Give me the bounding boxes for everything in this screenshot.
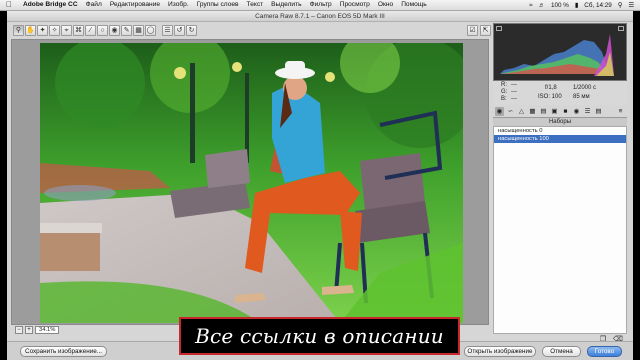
cancel-button[interactable]: Отмена [542,346,581,357]
detail-panel-icon[interactable]: △ [517,107,526,116]
menu-bar:  Adobe Bridge CC Файл Редактирование Из… [0,0,640,11]
histogram-graph [500,34,614,76]
focal-length: 85 мм [573,94,590,100]
battery-icon[interactable]: ▮ [575,2,578,9]
panel-menu-icon[interactable]: ≡ [616,107,625,116]
hsl-panel-icon[interactable]: ▦ [528,107,537,116]
effects-panel-icon[interactable]: ■ [561,107,570,116]
battery-level[interactable]: 100 % [551,2,569,9]
straighten-tool-icon[interactable]: ∕ [85,25,96,36]
menu-window[interactable]: Окно [378,0,393,10]
split-toning-icon[interactable]: ▤ [539,107,548,116]
radial-filter-icon[interactable]: ◯ [145,25,156,36]
preview-photo[interactable] [40,43,463,323]
histogram[interactable] [493,23,627,81]
targeted-adjustment-icon[interactable]: ⌖ [61,25,72,36]
menu-view[interactable]: Просмотр [340,0,370,10]
wifi-icon[interactable]: ≈ [529,2,532,9]
rotate-right-icon[interactable]: ↻ [186,25,197,36]
zoom-tool-icon[interactable]: ⚲ [13,25,24,36]
caption-text: Все ссылки в описании [195,324,444,348]
zoom-level[interactable]: 34.1% [35,325,60,334]
tone-curve-icon[interactable]: ∽ [506,107,515,116]
menu-select[interactable]: Выделить [271,0,301,10]
zoom-in-button[interactable]: + [25,325,33,334]
image-preview-area[interactable] [11,39,489,325]
menu-image[interactable]: Изобр. [168,0,189,10]
menu-filter[interactable]: Фильтр [310,0,332,10]
r-label: R: [501,82,507,88]
menu-extras: ≈ ♬ 100 % ▮ Сб, 14:29 ⚲ ☰ [529,2,640,9]
menu-edit[interactable]: Редактирование [110,0,160,10]
window-title: Camera Raw 8.7.1 – Canon EOS 5D Mark III [7,11,633,22]
camera-raw-window: Camera Raw 8.7.1 – Canon EOS 5D Mark III… [7,11,633,360]
snapshots-panel-icon[interactable]: ▤ [594,107,603,116]
r-value: --- [511,82,517,88]
presets-list: насыщенность 0 насыщенность 100 [493,126,627,334]
color-sampler-icon[interactable]: ✧ [49,25,60,36]
highlight-clipping-icon[interactable] [618,26,624,31]
rotate-left-icon[interactable]: ↺ [174,25,185,36]
b-value: --- [511,96,517,102]
aperture: f/1,8 [545,85,557,91]
shutter-speed: 1/2000 с [573,85,597,91]
preset-item-selected[interactable]: насыщенность 100 [494,135,626,143]
g-value: --- [511,89,517,95]
fullscreen-icon[interactable]: ⇱ [480,25,491,36]
preset-item[interactable]: насыщенность 0 [494,127,626,135]
zoom-controls: − + 34.1% [15,325,115,334]
apple-icon[interactable]:  [6,0,15,10]
panel-tabs: ◉ ∽ △ ▦ ▤ ▣ ■ ◉ ☰ ▤ ≡ [493,106,627,116]
preview-checkbox-icon[interactable]: ☑ [467,25,478,36]
g-label: G: [501,89,508,95]
list-icon[interactable]: ☰ [628,2,634,9]
spot-removal-icon[interactable]: ○ [97,25,108,36]
menu-app-name[interactable]: Adobe Bridge CC [23,0,78,10]
menu-file[interactable]: Файл [86,0,102,10]
camera-calibration-icon[interactable]: ◉ [572,107,581,116]
toolbar: ⚲ ✋ ✦ ✧ ⌖ ⌘ ∕ ○ ◉ ✎ ▦ ◯ ☰ ↺ ↻ ☑ ⇱ [13,24,491,37]
done-button[interactable]: Готово [587,346,622,357]
red-eye-icon[interactable]: ◉ [109,25,120,36]
menu-layer-groups[interactable]: Группы слоев [197,0,239,10]
search-icon[interactable]: ⚲ [618,2,623,9]
caption-overlay: Все ссылки в описании [179,317,460,355]
clock[interactable]: Сб, 14:29 [584,2,611,9]
save-image-button[interactable]: Сохранить изображение... [20,346,107,357]
basic-panel-icon[interactable]: ◉ [495,106,504,116]
menu-text[interactable]: Текст [247,0,264,10]
camera-info-panel: R: --- G: --- B: --- f/1,8 1/2000 с ISO:… [493,81,627,105]
zoom-out-button[interactable]: − [15,325,23,334]
crop-tool-icon[interactable]: ⌘ [73,25,84,36]
b-label: B: [501,96,507,102]
shadow-clipping-icon[interactable] [496,26,502,31]
open-image-button[interactable]: Открыть изображение [464,346,536,357]
preferences-icon[interactable]: ☰ [162,25,173,36]
hand-tool-icon[interactable]: ✋ [25,25,36,36]
white-balance-tool-icon[interactable]: ✦ [37,25,48,36]
menu-help[interactable]: Помощь [401,0,426,10]
adjustment-brush-icon[interactable]: ✎ [121,25,132,36]
lens-corrections-icon[interactable]: ▣ [550,107,559,116]
sound-icon[interactable]: ♬ [539,2,545,9]
presets-panel-icon[interactable]: ☰ [583,107,592,116]
iso: ISO: 100 [538,94,562,100]
graduated-filter-icon[interactable]: ▦ [133,25,144,36]
photo-render [40,43,463,323]
presets-header: Наборы [493,117,627,126]
